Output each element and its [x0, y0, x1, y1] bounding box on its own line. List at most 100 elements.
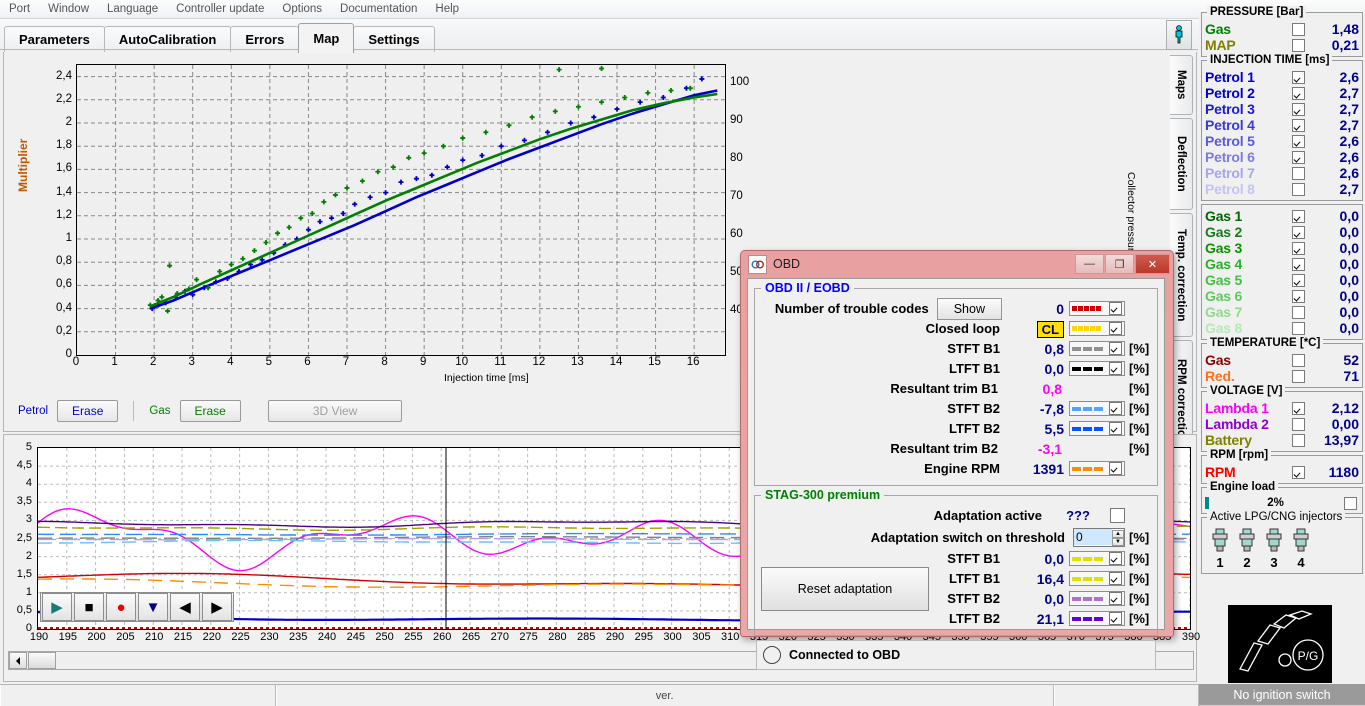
series-swatch[interactable] — [1069, 301, 1125, 316]
reading-label: Petrol 1 — [1205, 69, 1255, 85]
obd-row-value: 1391 — [1032, 460, 1064, 477]
vertical-tab-deflection[interactable]: Deflection — [1170, 118, 1193, 210]
sidebar-group-title: TEMPERATURE [*C] — [1207, 337, 1324, 349]
reading-checkbox[interactable] — [1292, 150, 1305, 164]
series-swatch[interactable] — [1069, 341, 1125, 356]
swatch-checkbox[interactable] — [1109, 592, 1122, 605]
swatch-checkbox[interactable] — [1109, 612, 1122, 625]
series-swatch[interactable] — [1069, 321, 1125, 336]
swatch-checkbox[interactable] — [1109, 572, 1122, 585]
tab-map[interactable]: Map — [298, 23, 355, 53]
reading-checkbox[interactable] — [1292, 257, 1305, 271]
reset-adaptation-button[interactable]: Reset adaptation — [761, 567, 929, 611]
obd-minimize-button[interactable]: — — [1075, 254, 1104, 274]
record-button[interactable]: ● — [106, 593, 136, 621]
menu-item-language[interactable]: Language — [98, 2, 167, 16]
play-button[interactable]: ▶ — [42, 593, 72, 621]
reading-checkbox[interactable] — [1292, 241, 1305, 255]
injector-icon — [1290, 528, 1312, 555]
series-swatch[interactable] — [1069, 421, 1125, 436]
transport-controls[interactable]: ▶ ■ ● ▼ ◀ ▶ — [40, 592, 234, 622]
adaptation-active-value: ??? — [1066, 508, 1090, 523]
menu-item-documentation[interactable]: Documentation — [331, 2, 426, 16]
menu-item-help[interactable]: Help — [426, 2, 468, 16]
reading-checkbox[interactable] — [1292, 417, 1305, 431]
swatch-checkbox[interactable] — [1109, 462, 1122, 475]
swatch-checkbox[interactable] — [1109, 342, 1122, 355]
reading-checkbox[interactable] — [1292, 22, 1305, 36]
reading-checkbox[interactable] — [1292, 305, 1305, 319]
reading-checkbox[interactable] — [1292, 289, 1305, 303]
osc-x-tick: 260 — [433, 631, 452, 643]
reading-checkbox[interactable] — [1292, 182, 1305, 196]
reading-checkbox[interactable] — [1292, 465, 1305, 479]
swatch-checkbox[interactable] — [1109, 552, 1122, 565]
engine-load-checkbox[interactable] — [1344, 496, 1357, 510]
reading-value: 0,0 — [1339, 256, 1359, 272]
series-swatch[interactable] — [1069, 461, 1125, 476]
reading-checkbox[interactable] — [1292, 433, 1305, 447]
reading-checkbox[interactable] — [1292, 401, 1305, 415]
y-tick-label: 2,2 — [56, 92, 72, 105]
swatch-checkbox[interactable] — [1109, 322, 1122, 335]
reading-checkbox[interactable] — [1292, 321, 1305, 335]
prev-button[interactable]: ◀ — [170, 593, 200, 621]
next-button[interactable]: ▶ — [202, 593, 232, 621]
reading-checkbox[interactable] — [1292, 369, 1305, 383]
vertical-tab-maps[interactable]: Maps — [1170, 55, 1193, 115]
reading-checkbox[interactable] — [1292, 353, 1305, 367]
reading-checkbox[interactable] — [1292, 38, 1305, 52]
series-swatch[interactable] — [1069, 571, 1125, 586]
reading-checkbox[interactable] — [1292, 118, 1305, 132]
threshold-row: Adaptation switch on threshold ▲ ▼ [%] — [761, 526, 1151, 548]
series-swatch[interactable] — [1069, 611, 1125, 626]
series-swatch[interactable] — [1069, 551, 1125, 566]
menu-item-options[interactable]: Options — [273, 2, 331, 16]
obd-dialog[interactable]: OBD — ❐ ✕ OBD II / EOBD Number of troubl… — [740, 250, 1174, 670]
adaptation-active-checkbox[interactable] — [1110, 508, 1125, 523]
sidebar-reading-row: Gas 6 0,0 — [1205, 288, 1359, 304]
scroll-left-arrow[interactable] — [9, 652, 27, 669]
swatch-checkbox[interactable] — [1109, 422, 1122, 435]
reading-checkbox[interactable] — [1292, 70, 1305, 84]
reading-checkbox[interactable] — [1292, 209, 1305, 223]
marker-button[interactable]: ▼ — [138, 593, 168, 621]
obd-row-value: 5,5 — [1044, 420, 1064, 437]
series-swatch[interactable] — [1069, 401, 1125, 416]
gas-erase-button[interactable]: Erase — [179, 400, 241, 422]
show-trouble-codes-button[interactable]: Show — [936, 297, 1002, 320]
obd-titlebar[interactable]: OBD — ❐ ✕ — [741, 251, 1173, 277]
3d-view-button[interactable]: 3D View — [267, 400, 403, 422]
chart-plot-area[interactable] — [76, 64, 726, 356]
obd-row-unit: [%] — [1129, 591, 1150, 606]
swatch-checkbox[interactable] — [1109, 362, 1122, 375]
menu-item-port[interactable]: Port — [0, 2, 39, 16]
series-swatch[interactable] — [1069, 591, 1125, 606]
menu-item-controller-update[interactable]: Controller update — [167, 2, 273, 16]
obd-maximize-button[interactable]: ❐ — [1105, 254, 1134, 274]
scroll-thumb[interactable] — [28, 652, 56, 669]
person-icon-button[interactable] — [1166, 20, 1192, 50]
obd-close-button[interactable]: ✕ — [1135, 254, 1170, 274]
swatch-checkbox[interactable] — [1109, 402, 1122, 415]
y-tick-label: 0,8 — [56, 255, 72, 268]
swatch-checkbox[interactable] — [1109, 302, 1122, 315]
reading-checkbox[interactable] — [1292, 86, 1305, 100]
petrol-erase-button[interactable]: Erase — [57, 400, 119, 422]
series-swatch[interactable] — [1069, 361, 1125, 376]
threshold-spinner[interactable]: ▲ ▼ — [1073, 527, 1125, 547]
reading-value: 2,7 — [1339, 181, 1359, 197]
osc-y-tick: 3,5 — [16, 495, 32, 508]
sidebar-group-voltage-v-: VOLTAGE [V] Lambda 1 2,12 Lambda 2 0,00 Batte… — [1201, 385, 1363, 452]
reading-checkbox[interactable] — [1292, 225, 1305, 239]
threshold-spin-buttons[interactable]: ▲ ▼ — [1112, 529, 1124, 546]
reading-checkbox[interactable] — [1292, 166, 1305, 180]
threshold-spin-up[interactable]: ▲ — [1112, 529, 1124, 538]
reading-checkbox[interactable] — [1292, 102, 1305, 116]
menu-item-window[interactable]: Window — [39, 2, 98, 16]
reading-checkbox[interactable] — [1292, 273, 1305, 287]
threshold-input[interactable] — [1074, 529, 1112, 545]
stop-button[interactable]: ■ — [74, 593, 104, 621]
reading-checkbox[interactable] — [1292, 134, 1305, 148]
threshold-spin-down[interactable]: ▼ — [1112, 537, 1124, 546]
